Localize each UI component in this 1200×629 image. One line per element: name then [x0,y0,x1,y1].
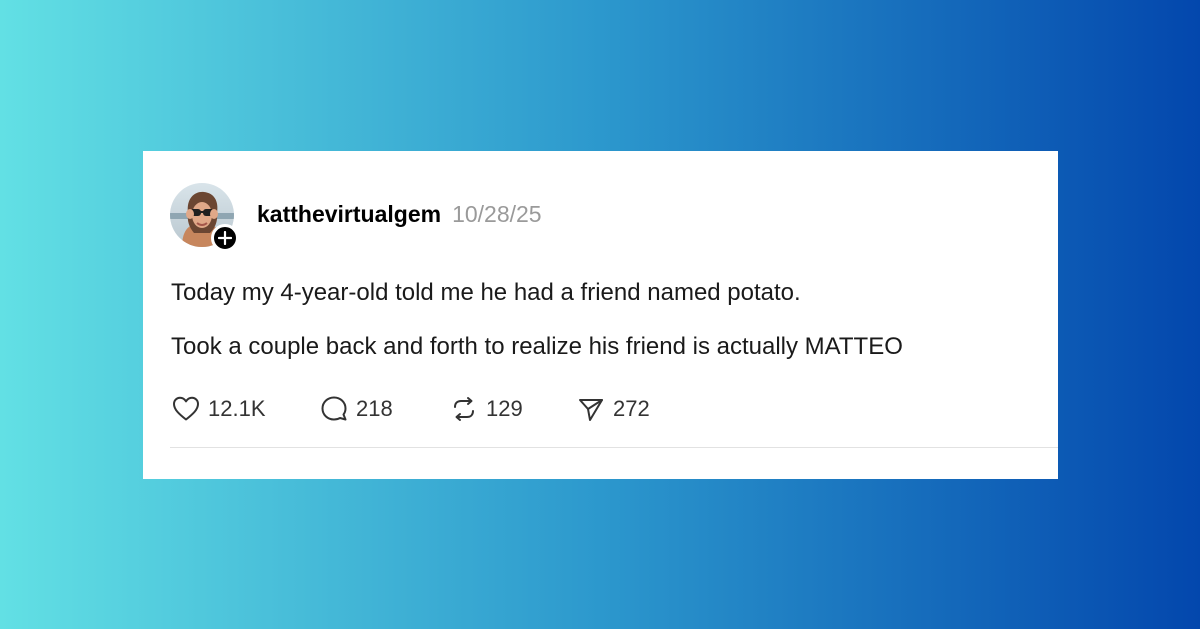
like-count: 12.1K [208,396,266,421]
share-count: 272 [613,396,650,421]
share-button[interactable]: 272 [576,394,650,424]
post-header: katthevirtualgem 10/28/25 [257,201,542,228]
username[interactable]: katthevirtualgem [257,201,441,228]
timestamp[interactable]: 10/28/25 [452,201,542,228]
reply-button[interactable]: 218 [319,394,393,424]
repost-icon [449,394,479,424]
post-text-line-1: Today my 4-year-old told me he had a fri… [171,279,801,306]
send-icon [576,394,606,424]
post-card: katthevirtualgem 10/28/25 Today my 4-yea… [143,151,1058,479]
post-text-line-2: Took a couple back and forth to realize … [171,333,903,360]
plus-icon [218,231,232,245]
like-button[interactable]: 12.1K [171,394,266,424]
reply-count: 218 [356,396,393,421]
repost-count: 129 [486,396,523,421]
repost-button[interactable]: 129 [449,394,523,424]
avatar-container [170,183,239,252]
follow-button[interactable] [211,224,239,252]
heart-icon [171,394,201,424]
divider [170,447,1058,448]
speech-bubble-icon [319,394,349,424]
